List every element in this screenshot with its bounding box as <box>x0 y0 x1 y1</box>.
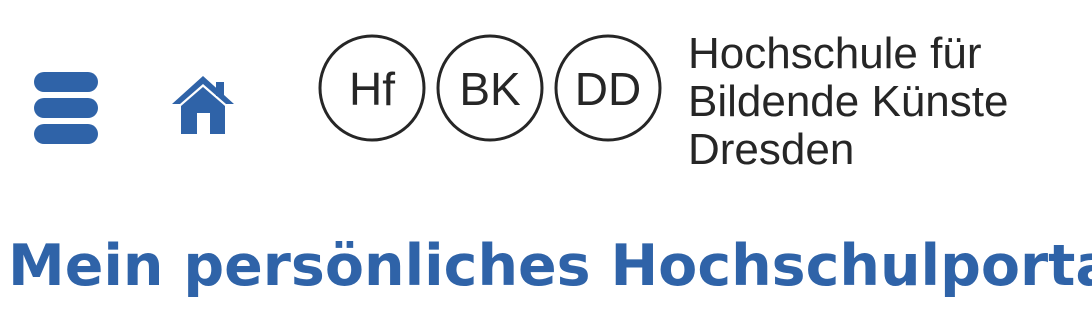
header-bar: Hf BK DD Hochschule für Bildende Künste … <box>0 0 1092 210</box>
logo-circle-bk: BK <box>459 63 521 115</box>
hamburger-menu-icon <box>34 72 98 92</box>
logo-monogram: Hf BK DD <box>318 34 662 142</box>
logo-circle-dd: DD <box>575 63 641 115</box>
menu-button[interactable] <box>28 66 104 150</box>
logo-text-line: Dresden <box>688 125 855 174</box>
page-title: Mein persönliches Hochschulportal <box>8 233 1092 299</box>
logo-circle-hf: Hf <box>349 63 395 115</box>
logo-text-line: Hochschule für <box>688 29 982 78</box>
logo-wordmark: Hochschule für Bildende Künste Dresden <box>688 30 1078 174</box>
university-logo[interactable]: Hf BK DD Hochschule für Bildende Künste … <box>318 24 1078 194</box>
logo-text-line: Bildende Künste <box>688 77 1009 126</box>
home-icon <box>172 76 234 134</box>
home-button[interactable] <box>170 74 236 136</box>
